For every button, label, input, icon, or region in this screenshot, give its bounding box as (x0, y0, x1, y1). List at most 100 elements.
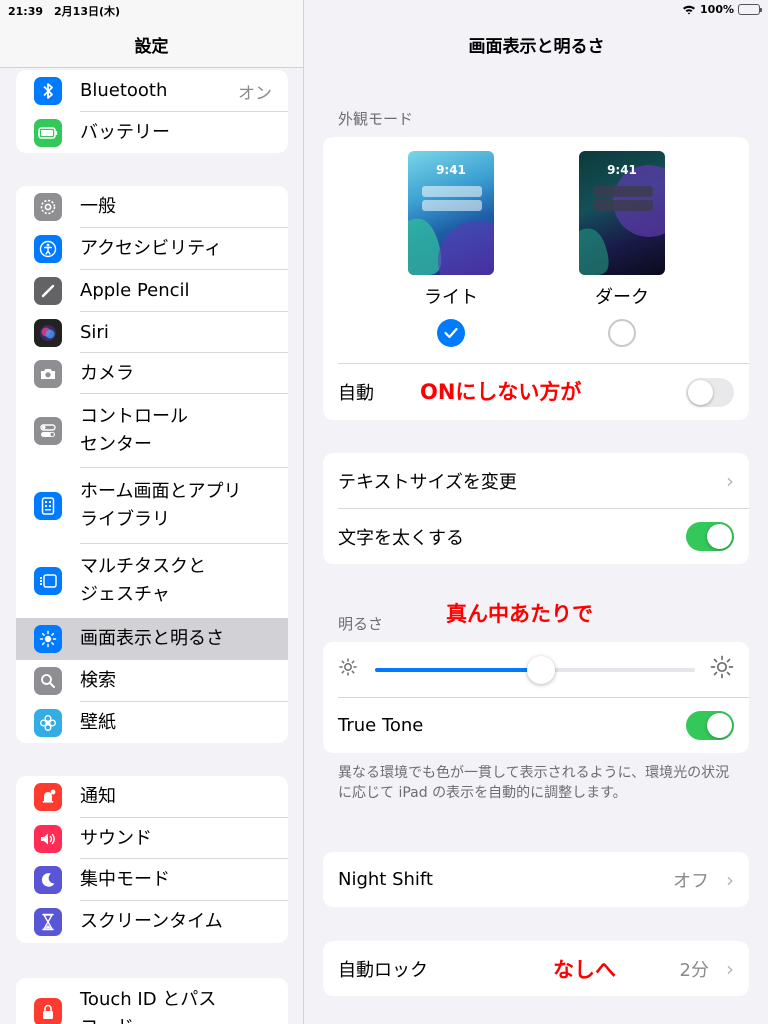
sidebar-item-apple-pencil[interactable]: Apple Pencil (16, 270, 288, 312)
bluetooth-status: オン (238, 83, 272, 104)
sidebar-item-label: 画面表示と明るさ (80, 628, 224, 649)
brightness-section-label: 明るさ (338, 615, 384, 633)
true-tone-row: True Tone (323, 698, 749, 753)
sidebar-item-sound[interactable]: サウンド (16, 818, 288, 859)
sidebar-item-label: 通知 (80, 786, 116, 807)
brightness-card: True Tone (323, 642, 749, 753)
preview-widget (593, 200, 653, 211)
brightness-slider-thumb[interactable] (527, 656, 556, 684)
hourglass-icon (34, 908, 62, 936)
sidebar-item-home-screen[interactable]: ホーム画面とアプリ ライブラリ (16, 468, 288, 544)
settings-group-security: Touch ID とパス コード (16, 978, 288, 1024)
bluetooth-icon (34, 77, 62, 105)
detail-pane: 画面表示と明るさ 外観モード 9:41 9:41 ライト ダーク 自動 ONにし… (305, 0, 768, 1024)
bold-text-row: 文字を太くする (323, 509, 749, 564)
true-tone-label: True Tone (338, 715, 424, 736)
sidebar-item-label: 壁紙 (80, 711, 116, 733)
battery-icon (34, 118, 62, 147)
sound-icon (34, 824, 62, 853)
auto-lock-row[interactable]: 自動ロック なしへ 2分 › (323, 941, 749, 996)
sidebar-item-control-center[interactable]: コントロール センター (16, 394, 288, 468)
auto-appearance-toggle[interactable] (686, 377, 734, 407)
multitasking-icon (34, 567, 62, 595)
sidebar-item-bluetooth[interactable]: Bluetooth オン (16, 70, 288, 112)
preview-time: 9:41 (436, 163, 466, 177)
auto-appearance-label: 自動 (338, 383, 374, 404)
preview-widget (593, 186, 653, 197)
sidebar: 設定 Bluetooth オン バッテリー 一般 アクセシビリティ Apple … (0, 0, 304, 1024)
bold-text-toggle[interactable] (686, 522, 734, 551)
text-size-row[interactable]: テキストサイズを変更 › (323, 453, 749, 509)
light-mode-preview[interactable]: 9:41 (408, 151, 494, 275)
light-mode-label: ライト (424, 287, 478, 308)
sidebar-item-label: コントロール センター (80, 406, 188, 455)
sidebar-item-label: 検索 (80, 670, 116, 691)
text-size-label: テキストサイズを変更 (338, 472, 517, 493)
sidebar-item-label: Bluetooth (80, 80, 168, 101)
sidebar-item-multitasking[interactable]: マルチタスクと ジェスチャ (16, 544, 288, 618)
wallpaper-icon (34, 708, 62, 737)
wifi-icon (683, 5, 696, 15)
pencil-icon (34, 277, 62, 305)
accessibility-icon (34, 235, 62, 263)
sidebar-item-camera[interactable]: カメラ (16, 353, 288, 394)
sidebar-item-notifications[interactable]: 通知 (16, 776, 288, 818)
sidebar-item-touch-id[interactable]: Touch ID とパス コード (16, 978, 288, 1024)
true-tone-toggle[interactable] (686, 711, 734, 740)
sidebar-item-label: スクリーンタイム (80, 911, 223, 932)
appearance-card: 9:41 9:41 ライト ダーク 自動 ONにしない方が (323, 137, 749, 420)
status-bar: 21:39 2月13日(木) 100% (0, 0, 768, 20)
settings-group-notifications: 通知 サウンド 集中モード スクリーンタイム (16, 776, 288, 943)
home-screen-icon (34, 492, 62, 520)
search-icon (34, 667, 62, 695)
dark-mode-preview[interactable]: 9:41 (579, 151, 665, 275)
auto-lock-label: 自動ロック (338, 959, 428, 981)
light-mode-radio[interactable] (437, 319, 465, 347)
auto-appearance-row: 自動 ONにしない方が (323, 364, 749, 420)
brightness-icon (34, 625, 62, 653)
sidebar-item-display-brightness[interactable]: 画面表示と明るさ (16, 618, 288, 660)
sidebar-item-label: Siri (80, 321, 109, 343)
notification-icon (34, 783, 62, 811)
true-tone-footnote: 異なる環境でも色が一貫して表示されるように、環境光の状況に応じて iPad の表… (338, 765, 730, 801)
sidebar-item-label: 集中モード (80, 869, 170, 890)
sidebar-item-label: マルチタスクと ジェスチャ (80, 556, 206, 605)
moon-icon (34, 866, 62, 894)
sidebar-item-screen-time[interactable]: スクリーンタイム (16, 901, 288, 943)
siri-icon (34, 318, 62, 347)
sidebar-item-general[interactable]: 一般 (16, 186, 288, 228)
annotation-text: ONにしない方が (420, 380, 582, 404)
chevron-right-icon: › (726, 956, 734, 981)
sidebar-item-label: カメラ (80, 362, 134, 384)
settings-group-general: 一般 アクセシビリティ Apple Pencil Siri カメラ コントロール… (16, 186, 288, 743)
sun-large-icon (709, 654, 735, 684)
night-shift-row[interactable]: Night Shift オフ › (323, 852, 749, 907)
battery-percent: 100% (700, 3, 734, 16)
chevron-right-icon: › (726, 469, 734, 493)
dark-mode-label: ダーク (595, 287, 649, 308)
preview-time: 9:41 (607, 163, 637, 177)
brightness-slider[interactable] (375, 656, 695, 684)
camera-icon (34, 359, 62, 388)
text-settings-card: テキストサイズを変更 › 文字を太くする (323, 453, 749, 564)
night-shift-label: Night Shift (338, 869, 433, 890)
bold-text-label: 文字を太くする (338, 527, 464, 549)
sidebar-item-siri[interactable]: Siri (16, 312, 288, 353)
auto-lock-card: 自動ロック なしへ 2分 › (323, 941, 749, 996)
preview-widget (422, 186, 482, 197)
appearance-section-label: 外観モード (338, 110, 414, 128)
gear-icon (34, 193, 62, 221)
sidebar-item-wallpaper[interactable]: 壁紙 (16, 702, 288, 743)
sidebar-item-focus[interactable]: 集中モード (16, 859, 288, 901)
checkmark-icon (444, 327, 458, 339)
battery-status-icon (738, 4, 762, 15)
status-right: 100% (682, 3, 762, 16)
annotation-text: なしへ (553, 958, 616, 982)
sidebar-item-label: 一般 (80, 196, 116, 217)
sidebar-item-accessibility[interactable]: アクセシビリティ (16, 228, 288, 270)
sidebar-item-search[interactable]: 検索 (16, 660, 288, 702)
sidebar-item-battery[interactable]: バッテリー (16, 112, 288, 153)
preview-widget (422, 200, 482, 211)
dark-mode-radio[interactable] (608, 319, 636, 347)
settings-group-connectivity: Bluetooth オン バッテリー (16, 70, 288, 153)
